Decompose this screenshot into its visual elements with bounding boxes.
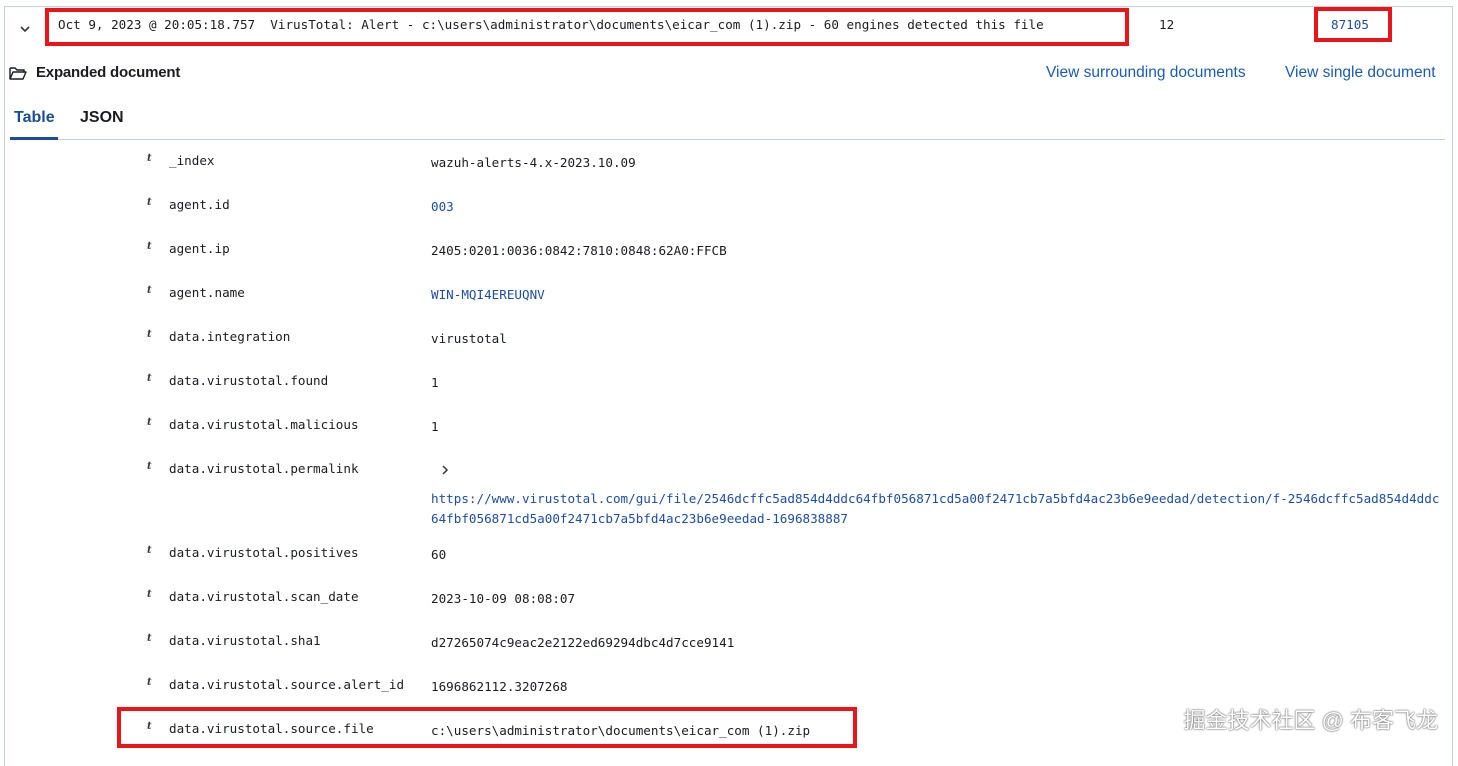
watermark: 掘金技术社区 @ 布客飞龙 (1183, 708, 1438, 733)
summary-count: 12 (1159, 17, 1175, 32)
view-surrounding-documents-link[interactable]: View surrounding documents (1046, 64, 1246, 82)
field-name: agent.name (169, 285, 245, 300)
string-type-icon: t (147, 329, 152, 340)
field-name: data.virustotal.source.file (169, 721, 374, 736)
string-type-icon: t (147, 285, 152, 296)
field-value: virustotal (431, 331, 507, 346)
chevron-down-icon[interactable] (18, 22, 32, 36)
string-type-icon: t (147, 417, 152, 428)
field-name: data.virustotal.scan_date (169, 589, 359, 604)
field-value-link[interactable]: WIN-MQI4EREUQNV (431, 287, 545, 302)
permalink-url-link[interactable]: https://www.virustotal.com/gui/file/2546… (431, 489, 1441, 529)
field-value: wazuh-alerts-4.x-2023.10.09 (431, 155, 636, 170)
field-name: data.virustotal.malicious (169, 417, 359, 432)
tab-json[interactable]: JSON (80, 109, 124, 127)
field-name: data.virustotal.found (169, 373, 329, 388)
field-name: _index (169, 153, 215, 168)
rule-id-link[interactable]: 87105 (1331, 17, 1369, 32)
tabs-divider (10, 139, 1445, 140)
active-tab-indicator (10, 137, 58, 140)
folder-open-icon (9, 67, 27, 80)
string-type-icon: t (147, 373, 152, 384)
string-type-icon: t (147, 721, 152, 732)
field-value-link[interactable]: 003 (431, 199, 454, 214)
string-type-icon: t (147, 241, 152, 252)
string-type-icon: t (147, 153, 152, 164)
field-name: data.virustotal.permalink (169, 461, 359, 476)
field-name: data.virustotal.sha1 (169, 633, 321, 648)
string-type-icon: t (147, 197, 152, 208)
field-value: 1 (431, 419, 439, 434)
summary-text: Oct 9, 2023 @ 20:05:18.757 VirusTotal: A… (58, 17, 1044, 32)
view-single-document-link[interactable]: View single document (1285, 64, 1436, 82)
field-name: data.integration (169, 329, 291, 344)
string-type-icon: t (147, 461, 152, 472)
field-name: data.virustotal.source.alert_id (169, 677, 405, 692)
expanded-document-title: Expanded document (36, 64, 181, 81)
field-value: 1696862112.3207268 (431, 679, 568, 694)
field-value: 2405:0201:0036:0842:7810:0848:62A0:FFCB (431, 243, 727, 258)
field-value: 1 (431, 375, 439, 390)
field-name: agent.id (169, 197, 230, 212)
field-value: c:\users\administrator\documents\eicar_c… (431, 723, 811, 738)
field-name: agent.ip (169, 241, 230, 256)
field-name: data.virustotal.positives (169, 545, 359, 560)
tab-table[interactable]: Table (14, 109, 55, 127)
string-type-icon: t (147, 633, 152, 644)
field-value: 2023-10-09 08:08:07 (431, 591, 576, 606)
field-value: 60 (431, 547, 447, 562)
string-type-icon: t (147, 589, 152, 600)
string-type-icon: t (147, 545, 152, 556)
chevron-right-icon[interactable] (440, 463, 450, 477)
field-value: d27265074c9eac2e2122ed69294dbc4d7cce9141 (431, 635, 735, 650)
string-type-icon: t (147, 677, 152, 688)
